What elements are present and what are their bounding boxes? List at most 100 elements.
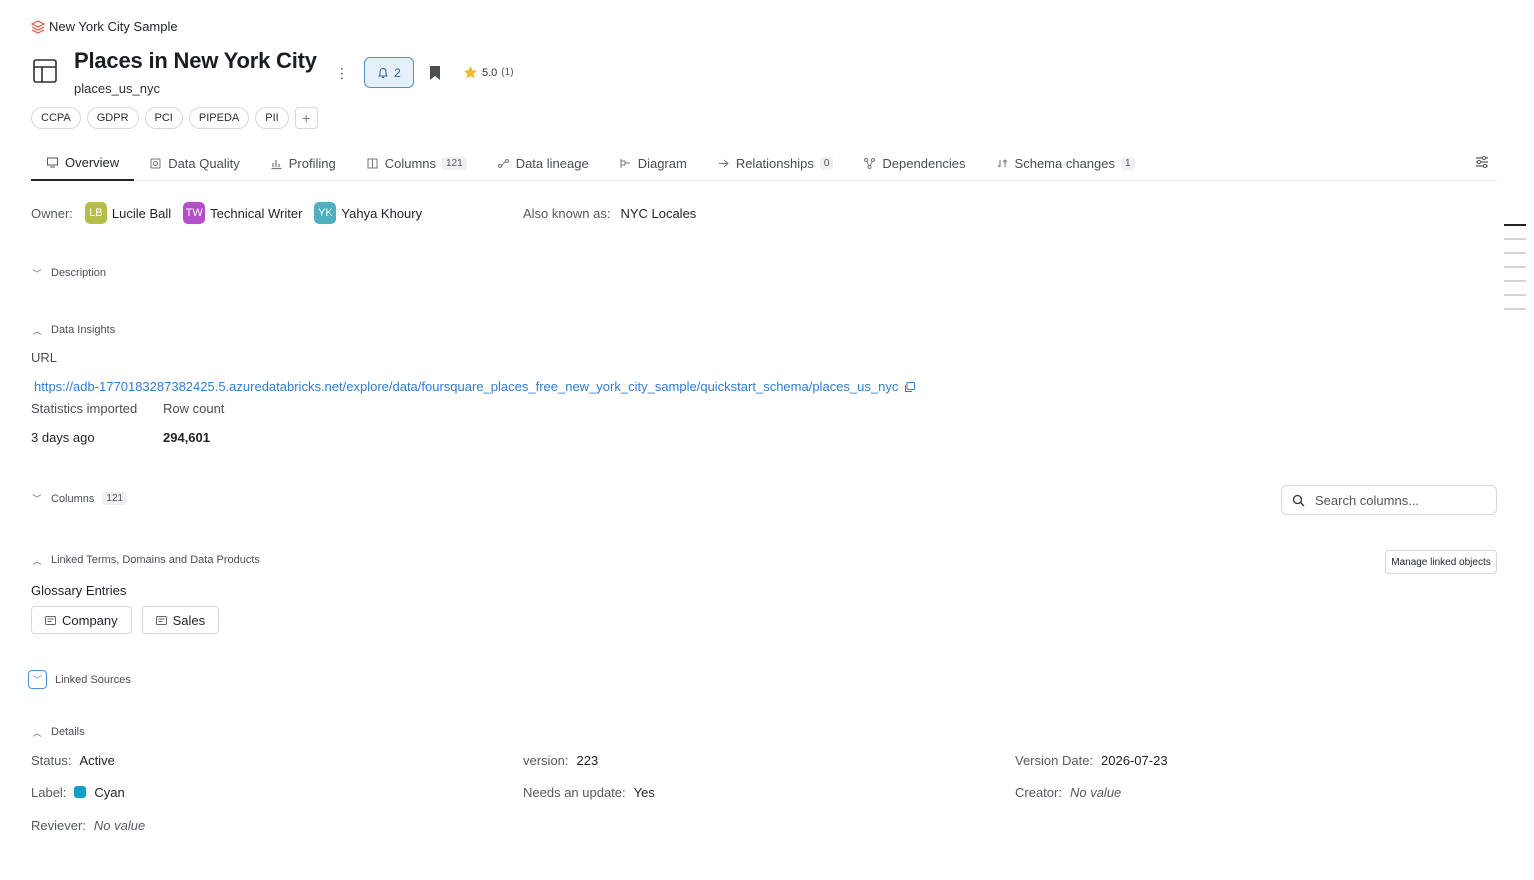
tab-label: Diagram [637,155,687,171]
owner-row: Owner: LB Lucile Ball TW Technical Write… [31,201,422,225]
detail-value[interactable]: No value [94,818,145,833]
tab-schema-changes[interactable]: Schema changes 1 [981,145,1150,181]
tab-data-lineage[interactable]: Data lineage [482,145,604,181]
minimap-marker[interactable] [1504,294,1526,296]
detail-label: Creator: [1015,784,1062,800]
aka-value: NYC Locales [620,205,697,221]
section-details[interactable]: ︿ Details [31,726,84,738]
tab-label: Schema changes [1014,155,1115,171]
tag[interactable]: PII [255,107,289,129]
owner-label: Owner: [31,205,73,221]
also-known-as: Also known as: NYC Locales [523,201,696,225]
tab-relationships[interactable]: Relationships 0 [702,145,849,181]
chevron-down-icon: ﹀ [32,494,42,504]
section-linked-sources[interactable]: ﹀ Linked Sources [28,670,131,689]
tag[interactable]: CCPA [31,107,81,129]
detail-reviewer: Reviever: No value [31,815,145,835]
url-link[interactable]: https://adb-1770183287382425.5.azuredata… [34,379,916,394]
detail-label: Status: [31,752,72,768]
table-icon [33,59,57,83]
detail-value[interactable]: 223 [577,753,599,768]
owner-person[interactable]: TW Technical Writer [183,202,302,224]
chevron-up-icon: ︿ [32,325,42,336]
tab-dependencies[interactable]: Dependencies [848,145,980,181]
tab-label: Relationships [735,155,814,171]
tab-label: Overview [65,154,120,170]
minimap-marker[interactable] [1504,224,1526,226]
detail-label: Version Date: [1015,752,1094,768]
schema-changes-icon [997,158,1007,167]
chevron-down-icon: ﹀ [32,268,42,279]
chevron-down-icon[interactable]: ﹀ [28,670,47,689]
detail-value[interactable]: Cyan [94,785,124,800]
section-description[interactable]: ﹀ Description [31,267,106,279]
detail-value[interactable]: Active [79,753,114,768]
minimap-marker[interactable] [1504,266,1526,268]
owner-name: Yahya Khoury [341,205,423,221]
glossary-chip[interactable]: Company [31,606,132,634]
section-columns[interactable]: ﹀ Columns 121 [31,492,128,505]
tag[interactable]: PIPEDA [188,107,250,129]
aka-label: Also known as: [523,205,611,221]
manage-linked-objects-button[interactable]: Manage linked objects [1385,550,1497,574]
add-tag-button[interactable]: + [294,107,318,129]
bookmark-icon[interactable] [428,65,442,81]
rating-count: (1) [501,67,514,78]
data-quality-icon [150,158,161,168]
tab-data-quality[interactable]: Data Quality [134,145,255,181]
color-swatch [74,786,87,798]
tab-overview[interactable]: Overview [31,145,135,181]
overview-icon [47,157,58,167]
section-count: 121 [102,492,128,505]
more-options-icon[interactable]: ⋮ [334,62,350,84]
breadcrumb-source[interactable]: New York City Sample [49,19,178,34]
tab-label: Data lineage [515,155,589,171]
minimap-marker[interactable] [1504,280,1526,282]
owner-person[interactable]: YK Yahya Khoury [314,202,422,224]
notification-count: 2 [394,65,401,80]
tab-count: 121 [442,156,467,170]
section-data-insights[interactable]: ︿ Data Insights [31,324,115,336]
tab-count: 0 [819,156,834,170]
section-linked-terms[interactable]: ︿ Linked Terms, Domains and Data Product… [31,554,260,566]
tag[interactable]: GDPR [86,107,139,129]
page-title: Places in New York City [74,48,317,73]
minimap-marker[interactable] [1504,308,1526,310]
tab-bar: Overview Data Quality Profiling Columns … [31,145,1497,181]
section-title: Columns [51,492,95,505]
detail-label: Needs an update: [523,784,626,800]
search-input[interactable] [1315,492,1475,508]
section-minimap[interactable] [1504,224,1526,310]
tag[interactable]: PCI [144,107,183,129]
tab-diagram[interactable]: Diagram [604,145,702,181]
diagram-icon [620,158,630,168]
tab-label: Columns [384,155,436,171]
detail-value[interactable]: 2026-07-23 [1101,753,1168,768]
sliders-icon[interactable] [1474,154,1490,170]
minimap-marker[interactable] [1504,252,1526,254]
tab-label: Data Quality [168,155,240,171]
chevron-up-icon: ︿ [32,727,42,738]
detail-value[interactable]: No value [1070,785,1121,800]
owner-name: Technical Writer [210,205,303,221]
tab-profiling[interactable]: Profiling [255,145,351,181]
glossary-label: Sales [172,612,206,628]
section-title: Linked Terms, Domains and Data Products [51,554,260,566]
detail-label: Label: [31,784,67,800]
glossary-chip[interactable]: Sales [141,606,220,634]
tab-columns[interactable]: Columns 121 [351,145,482,181]
owner-person[interactable]: LB Lucile Ball [84,202,171,224]
lineage-icon [497,158,509,168]
glossary-list: Company Sales [31,606,220,634]
detail-status: Status: Active [31,750,115,770]
copy-icon[interactable] [904,381,916,393]
detail-label: Reviever: [31,817,86,833]
search-columns [1281,485,1497,515]
rating[interactable]: 5.0 (1) [463,65,514,80]
url-text[interactable]: https://adb-1770183287382425.5.azuredata… [34,379,898,394]
avatar: TW [183,202,206,224]
minimap-marker[interactable] [1504,238,1526,240]
breadcrumb[interactable]: New York City Sample [31,19,178,34]
detail-value[interactable]: Yes [634,785,655,800]
notification-button[interactable]: 2 [364,57,414,88]
